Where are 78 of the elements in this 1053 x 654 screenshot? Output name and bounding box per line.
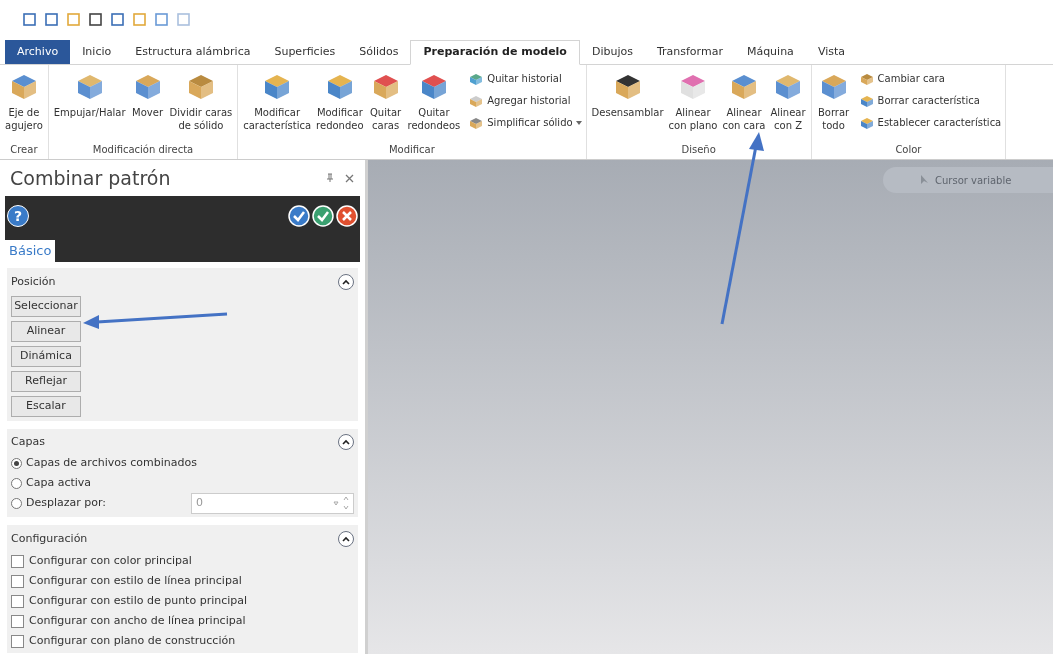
panel-title: Combinar patrón (10, 165, 172, 191)
checkbox[interactable] (11, 634, 24, 648)
pin-icon[interactable] (325, 173, 335, 183)
spin-arrows-icon[interactable] (333, 496, 349, 510)
collapse-button[interactable] (338, 274, 354, 290)
section-title: Posición (11, 273, 57, 290)
ribbon-button[interactable]: Modificar característica (242, 69, 313, 141)
ribbon-button[interactable]: Borrar todo (815, 69, 852, 141)
ribbon-tab[interactable]: Sólidos (347, 40, 411, 64)
section-title: Capas (11, 433, 46, 450)
radio-label: Capas de archivos combinados (26, 454, 197, 471)
help-button[interactable]: ? (7, 205, 29, 227)
collapse-button[interactable] (338, 434, 354, 450)
position-button[interactable]: Alinear (11, 321, 81, 342)
ribbon-tab[interactable]: Estructura alámbrica (123, 40, 263, 64)
ribbon-button[interactable]: Alinear con Z (769, 69, 807, 141)
ribbon-button[interactable]: Eje de agujero (4, 69, 44, 141)
cancel-icon[interactable] (336, 205, 358, 227)
ribbon-button[interactable]: Alinear con plano (667, 69, 719, 141)
ribbon-tab[interactable]: Inicio (70, 40, 124, 64)
ribbon-group-label: Modificación directa (91, 143, 195, 157)
toolbar-icon[interactable] (44, 11, 59, 27)
chevron-up-icon (342, 279, 350, 285)
radio-label: Desplazar por: (26, 494, 107, 511)
position-button[interactable]: Reflejar (11, 371, 81, 392)
radio-button[interactable] (11, 477, 22, 489)
position-button[interactable]: Seleccionar (11, 296, 81, 317)
ribbon-tab[interactable]: Máquina (734, 40, 806, 64)
ribbon-group-label: Color (894, 143, 923, 157)
ribbon-group-label: Modificar (387, 143, 436, 157)
ribbon-button[interactable]: Mover (129, 69, 166, 141)
radio-button[interactable] (11, 497, 22, 509)
checkbox[interactable] (11, 554, 24, 568)
ribbon-button[interactable]: Desensamblar (590, 69, 665, 141)
position-button[interactable]: Dinámica (11, 346, 81, 367)
ribbon-small-button[interactable]: Cambiar cara (858, 69, 1002, 88)
toolbar-icon[interactable] (154, 11, 169, 27)
ribbon-tab[interactable]: Dibujos (579, 40, 645, 64)
chevron-up-icon (342, 439, 350, 445)
section-title: Configuración (11, 530, 89, 547)
ribbon-tab[interactable]: Archivo (5, 40, 71, 64)
ribbon-button[interactable]: Quitar caras (367, 69, 404, 141)
close-icon[interactable] (345, 173, 354, 183)
checkbox-label: Configurar con estilo de línea principal (29, 572, 242, 589)
toolbar-icon[interactable] (110, 11, 125, 27)
checkbox[interactable] (11, 614, 24, 628)
ribbon-button[interactable]: Alinear con cara (721, 69, 767, 141)
ribbon-tab[interactable]: Vista (805, 40, 857, 64)
checkbox-label: Configurar con estilo de punto principal (29, 592, 248, 609)
ribbon-small-button[interactable]: Agregar historial (468, 91, 582, 110)
checkbox-label: Configurar con plano de construcción (29, 632, 236, 649)
ribbon-button[interactable]: Dividir caras de sólido (168, 69, 234, 141)
toolbar-icon[interactable] (22, 11, 37, 27)
ribbon-tab[interactable]: Superficies (262, 40, 348, 64)
collapse-button[interactable] (338, 531, 354, 547)
panel-tab[interactable]: Básico (5, 240, 56, 262)
radio-button[interactable] (11, 457, 22, 469)
position-button[interactable]: Escalar (11, 396, 81, 417)
checkbox-label: Configurar con color principal (29, 552, 192, 569)
ribbon-small-button[interactable]: Establecer característica (858, 113, 1002, 132)
ok-icon[interactable] (312, 205, 334, 227)
ok-repeat-icon[interactable] (288, 205, 310, 227)
ribbon-button[interactable]: Quitar redondeos (406, 69, 462, 141)
ribbon-small-button[interactable]: Borrar característica (858, 91, 1002, 110)
ribbon-group-label: Diseño (680, 143, 717, 157)
ribbon-button[interactable]: Empujar/Halar (52, 69, 127, 141)
chevron-up-icon (342, 536, 350, 542)
ribbon-small-button[interactable]: Quitar historial (468, 69, 582, 88)
checkbox-label: Configurar con ancho de línea principal (29, 612, 246, 629)
radio-label: Capa activa (26, 474, 92, 491)
checkbox[interactable] (11, 574, 24, 588)
ribbon-small-button[interactable]: Simplificar sólido (468, 113, 582, 132)
checkbox[interactable] (11, 594, 24, 608)
ribbon-tab[interactable]: Preparación de modelo (410, 40, 580, 65)
toolbar-icon[interactable] (88, 11, 103, 27)
ribbon-button[interactable]: Modificar redondeo (315, 69, 365, 141)
ribbon-tab[interactable]: Transformar (644, 40, 735, 64)
ribbon-group-label: Crear (9, 143, 39, 157)
